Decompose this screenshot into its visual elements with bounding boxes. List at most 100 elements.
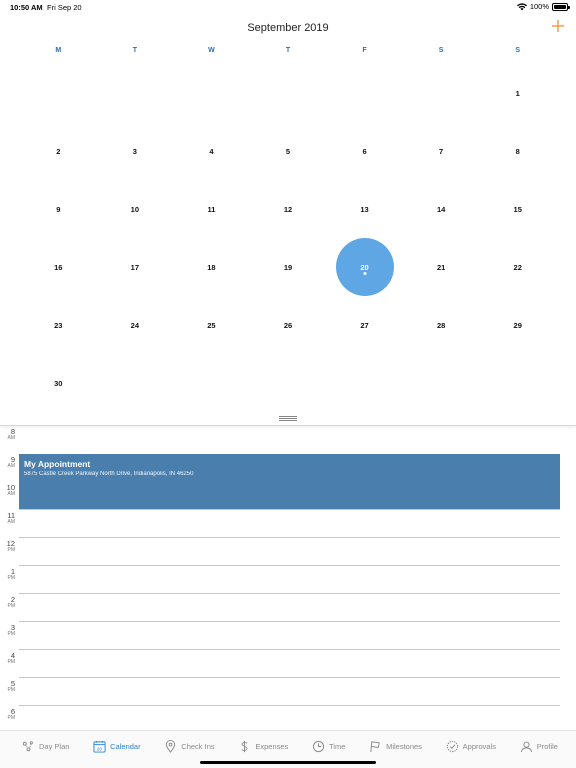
day-number: 4 bbox=[209, 146, 214, 156]
day-cell-selected[interactable]: 20 bbox=[326, 238, 403, 296]
day-cell[interactable]: 15 bbox=[479, 180, 556, 238]
day-plan-icon bbox=[22, 740, 35, 753]
tab-profile[interactable]: Profile bbox=[520, 737, 558, 755]
hour-ampm: PM bbox=[7, 687, 16, 693]
hour-row: 1 PM bbox=[0, 566, 576, 594]
day-cell[interactable]: 27 bbox=[326, 296, 403, 354]
tab-list: Day Plan 20 Calendar Check Ins Expenses Time M… bbox=[22, 737, 558, 755]
day-number: 23 bbox=[54, 320, 63, 330]
tab-label: Milestones bbox=[386, 741, 422, 751]
hour-row: 5 PM bbox=[0, 678, 576, 706]
weekday-header: MTWTFSS bbox=[20, 47, 556, 59]
month-grid: 1 2 3 4 5 6 7 8 9 10 11 12 13 14 15 16 17 18 19 20 21 22 23 24 2… bbox=[20, 64, 556, 412]
empty-day-cell bbox=[97, 64, 174, 122]
tab-approvals[interactable]: Approvals bbox=[446, 737, 496, 755]
hour-row: 2 PM bbox=[0, 594, 576, 622]
day-number: 7 bbox=[439, 146, 444, 156]
day-cell[interactable]: 25 bbox=[173, 296, 250, 354]
calendar-resize-bar[interactable] bbox=[0, 412, 576, 426]
status-bar: 10:50 AM Fri Sep 20 100% bbox=[0, 0, 576, 14]
day-cell[interactable]: 29 bbox=[479, 296, 556, 354]
tab-bar: Day Plan 20 Calendar Check Ins Expenses Time M… bbox=[0, 730, 576, 768]
calendar-header: September 2019 bbox=[0, 14, 576, 42]
hour-ampm: PM bbox=[7, 547, 16, 553]
hour-ampm: PM bbox=[7, 575, 16, 581]
day-cell[interactable]: 28 bbox=[403, 296, 480, 354]
day-number: 10 bbox=[130, 204, 140, 214]
empty-day-cell bbox=[326, 354, 403, 412]
day-cell[interactable]: 12 bbox=[250, 180, 327, 238]
empty-day-cell bbox=[250, 64, 327, 122]
home-indicator[interactable] bbox=[200, 761, 376, 764]
day-cell[interactable]: 24 bbox=[97, 296, 174, 354]
tab-time[interactable]: Time bbox=[312, 737, 345, 755]
hour-row: 8 AM bbox=[0, 426, 576, 454]
day-cell[interactable]: 2 bbox=[20, 122, 97, 180]
hour-ampm: AM bbox=[7, 435, 16, 441]
empty-day-cell bbox=[173, 64, 250, 122]
status-time: 10:50 AM bbox=[10, 3, 43, 12]
empty-day-cell bbox=[173, 354, 250, 412]
day-number: 19 bbox=[283, 262, 293, 272]
day-cell[interactable]: 1 bbox=[479, 64, 556, 122]
tab-check-ins[interactable]: Check Ins bbox=[164, 737, 215, 755]
weekday-label: F bbox=[362, 47, 367, 54]
clock-icon bbox=[312, 740, 325, 753]
tab-milestones[interactable]: Milestones bbox=[369, 737, 422, 755]
day-number: 21 bbox=[436, 262, 446, 272]
day-cell[interactable]: 30 bbox=[20, 354, 97, 412]
empty-day-cell bbox=[326, 64, 403, 122]
day-cell[interactable]: 16 bbox=[20, 238, 97, 296]
day-number: 5 bbox=[285, 146, 291, 156]
day-cell[interactable]: 4 bbox=[173, 122, 250, 180]
calendar-icon: 20 bbox=[93, 740, 106, 753]
appointment-event[interactable]: My Appointment 5875 Castle Creek Parkway… bbox=[19, 454, 560, 509]
day-cell[interactable]: 26 bbox=[250, 296, 327, 354]
day-number: 14 bbox=[436, 204, 446, 214]
status-date: Fri Sep 20 bbox=[47, 3, 82, 12]
event-indicator-dot bbox=[363, 272, 367, 275]
day-cell[interactable]: 3 bbox=[97, 122, 174, 180]
hour-row: 11 AM bbox=[0, 510, 576, 538]
day-cell[interactable]: 23 bbox=[20, 296, 97, 354]
day-cell[interactable]: 18 bbox=[173, 238, 250, 296]
plus-icon[interactable] bbox=[550, 18, 566, 34]
day-cell[interactable]: 10 bbox=[97, 180, 174, 238]
day-cell[interactable]: 7 bbox=[403, 122, 480, 180]
day-cell[interactable]: 21 bbox=[403, 238, 480, 296]
profile-icon bbox=[520, 740, 533, 753]
drag-handle-icon[interactable] bbox=[279, 416, 297, 421]
day-number: 17 bbox=[130, 262, 140, 272]
day-cell[interactable]: 13 bbox=[326, 180, 403, 238]
day-cell[interactable]: 11 bbox=[173, 180, 250, 238]
day-number: 12 bbox=[283, 204, 293, 214]
battery-icon bbox=[552, 2, 570, 11]
tab-calendar[interactable]: 20 Calendar bbox=[93, 737, 141, 755]
day-number: 22 bbox=[513, 262, 522, 272]
day-number: 27 bbox=[360, 320, 369, 330]
weekday-label: S bbox=[438, 47, 444, 54]
day-number: 9 bbox=[56, 204, 61, 214]
hour-ampm: PM bbox=[7, 631, 16, 637]
tab-label: Profile bbox=[536, 741, 558, 751]
day-cell[interactable]: 6 bbox=[326, 122, 403, 180]
wifi-icon bbox=[516, 2, 527, 10]
day-cell[interactable]: 17 bbox=[97, 238, 174, 296]
day-cell[interactable]: 14 bbox=[403, 180, 480, 238]
day-number: 11 bbox=[207, 204, 216, 214]
day-number: 25 bbox=[207, 320, 216, 330]
day-cell[interactable]: 8 bbox=[479, 122, 556, 180]
day-number: 26 bbox=[283, 320, 293, 330]
day-cell[interactable]: 9 bbox=[20, 180, 97, 238]
empty-day-cell bbox=[403, 64, 480, 122]
day-cell[interactable]: 22 bbox=[479, 238, 556, 296]
day-timeline[interactable]: 8 AM 9 AM 10 AM 11 AM 12 PM 1 PM 2 PM 3 PM 4 PM 5 PM 6 PM My … bbox=[0, 426, 576, 730]
month-title: September 2019 bbox=[247, 22, 329, 34]
day-cell[interactable]: 5 bbox=[250, 122, 327, 180]
tab-expenses[interactable]: Expenses bbox=[238, 737, 288, 755]
day-cell[interactable]: 19 bbox=[250, 238, 327, 296]
appointment-address: 5875 Castle Creek Parkway North Drive, I… bbox=[24, 471, 194, 477]
tab-day-plan[interactable]: Day Plan bbox=[22, 737, 69, 755]
tab-label: Approvals bbox=[462, 741, 496, 751]
weekday-label: W bbox=[208, 47, 215, 54]
